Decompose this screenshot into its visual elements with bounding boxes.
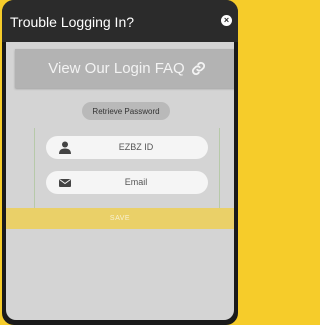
retrieve-password-button[interactable]: Retrieve Password	[82, 102, 170, 120]
view-login-faq-button[interactable]: View Our Login FAQ	[15, 49, 234, 88]
dialog-body: View Our Login FAQ Retrieve Password EZB…	[6, 42, 234, 320]
ezbz-id-field[interactable]: EZBZ ID	[46, 136, 208, 159]
dialog-header: Trouble Logging In? ×	[2, 0, 238, 42]
save-button[interactable]: SAVE	[6, 208, 234, 229]
link-icon	[191, 61, 205, 76]
close-icon[interactable]: ×	[221, 15, 232, 26]
login-form: EZBZ ID Email	[34, 128, 220, 208]
email-placeholder: Email	[124, 177, 148, 187]
faq-button-label: View Our Login FAQ	[48, 60, 185, 77]
envelope-icon	[59, 179, 71, 187]
dialog-frame: Trouble Logging In? × View Our Login FAQ…	[2, 0, 238, 325]
email-field[interactable]: Email	[46, 171, 208, 194]
ezbz-id-placeholder: EZBZ ID	[118, 142, 154, 152]
user-icon	[59, 141, 71, 154]
dialog-title: Trouble Logging In?	[10, 14, 135, 30]
